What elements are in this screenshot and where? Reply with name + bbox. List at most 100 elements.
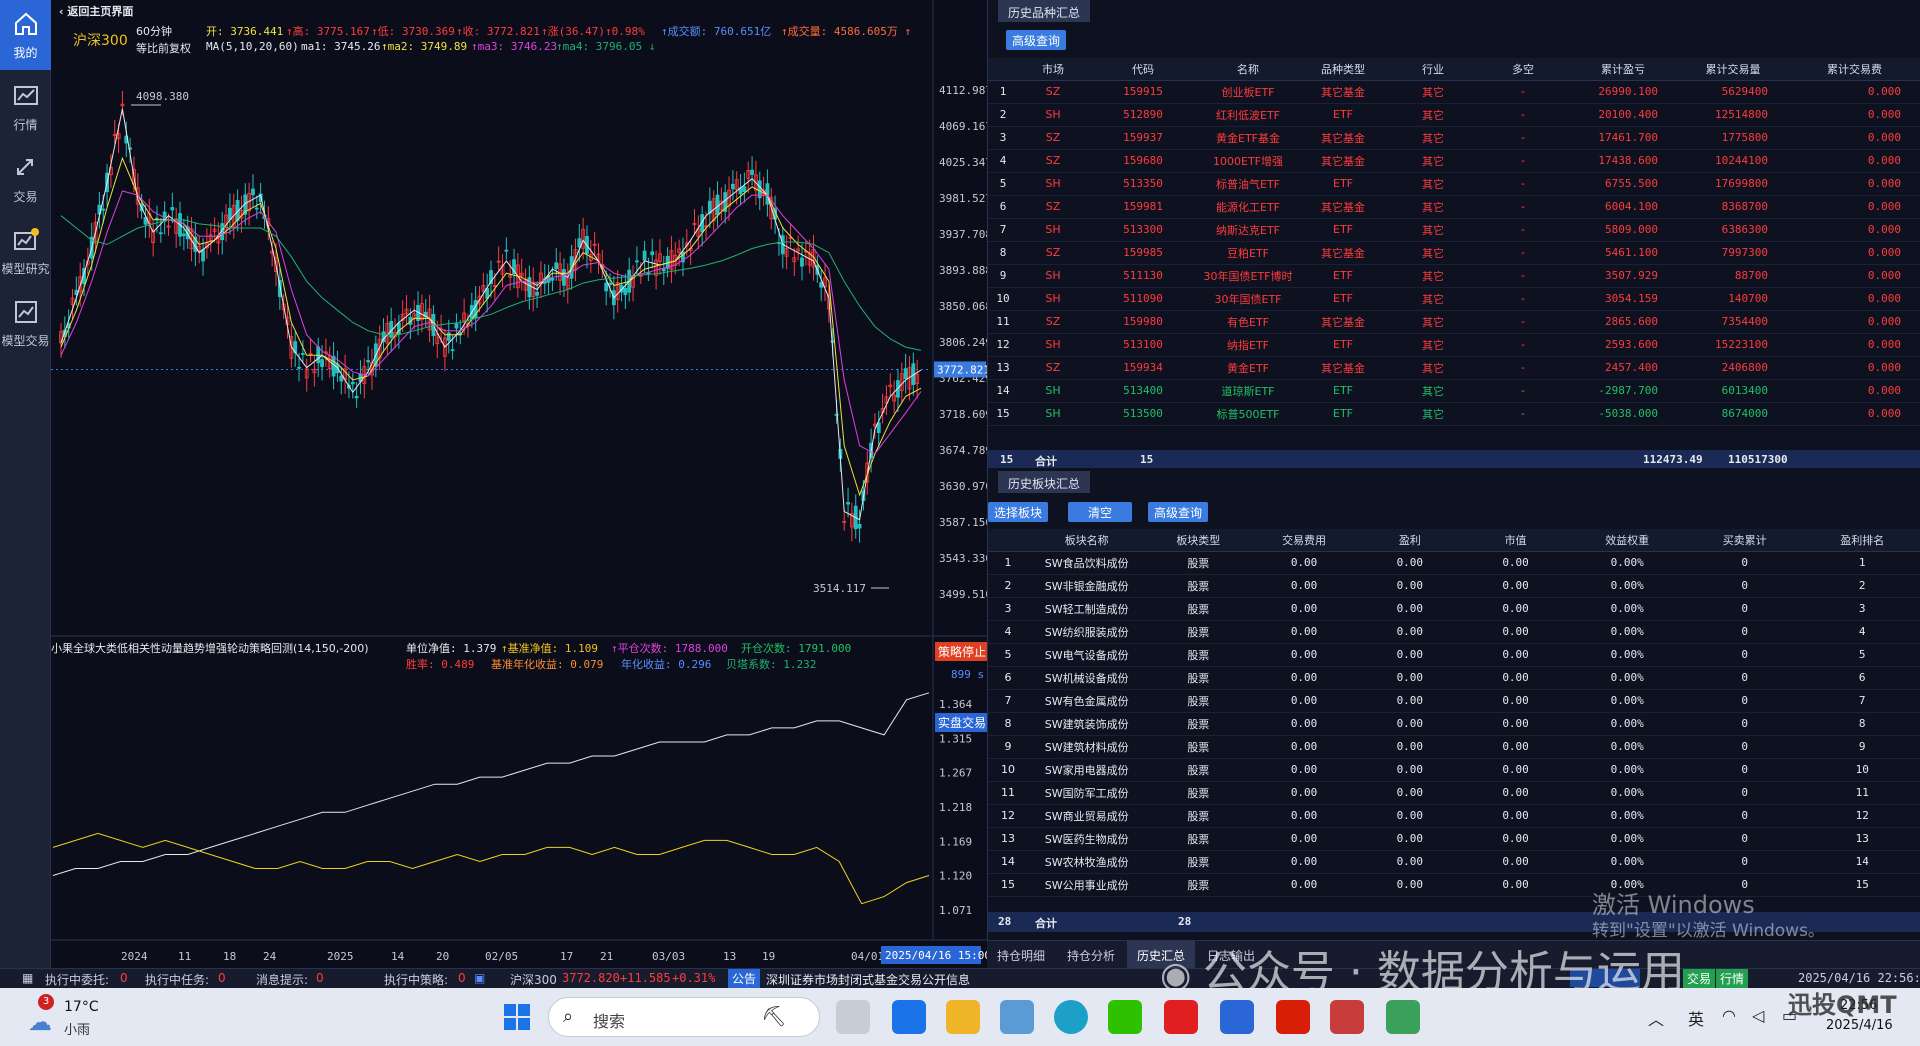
taskbar-search[interactable]: ⌕ 搜索 ⛏ xyxy=(548,997,820,1037)
table-row[interactable]: 15 SW公用事业成份 股票 0.00 0.00 0.00 0.00% 0 15 xyxy=(988,873,1920,897)
wechat-icon[interactable] xyxy=(1108,1000,1142,1034)
table-row[interactable]: 10 SH 511090 30年国债ETF ETF 其它 -3054.159 140700 0.… xyxy=(988,287,1920,311)
table-row[interactable]: 6 SW机械设备成份 股票 0.00 0.00 0.00 0.00% 0 6 xyxy=(988,666,1920,690)
column-header[interactable]: 盈利排名 xyxy=(1803,529,1920,552)
notice-text[interactable]: 深圳证券市场封闭式基金交易公开信息 xyxy=(766,971,970,988)
column-header[interactable]: 品种类型 xyxy=(1298,58,1388,81)
tab-history-instrument[interactable]: 历史品种汇总 xyxy=(998,0,1091,22)
table-row[interactable]: 1 SW食品饮料成份 股票 0.00 0.00 0.00 0.00% 0 1 xyxy=(988,551,1920,575)
chevron-up-icon[interactable]: ︿ xyxy=(1648,1006,1664,1030)
table-row[interactable]: 13 SW医药生物成份 股票 0.00 0.00 0.00 0.00% 0 13 xyxy=(988,827,1920,851)
exec-strategy-label[interactable]: 执行中策略: xyxy=(384,971,448,988)
volume-icon[interactable]: ◁ xyxy=(1752,1006,1764,1025)
live-trade-button[interactable]: 实盘交易 xyxy=(935,713,990,732)
column-header[interactable]: 累计交易量 xyxy=(1678,58,1788,81)
table-row[interactable]: 11 SW国防军工成份 股票 0.00 0.00 0.00 0.00% 0 11 xyxy=(988,781,1920,805)
exec-orders-label[interactable]: 执行中委托: xyxy=(45,971,109,988)
column-header[interactable] xyxy=(988,529,1028,552)
table-row[interactable]: 14 SH 513400 道琼斯ETF ETF 其它 - -2987.700 6013400 0.… xyxy=(988,379,1920,403)
back-to-home-link[interactable]: ‹ 返回主页界面 xyxy=(59,3,133,19)
column-header[interactable]: 板块名称 xyxy=(1027,529,1146,552)
sidebar-item-trade[interactable]: 交易 xyxy=(0,144,51,214)
table-row[interactable]: 5 SW电气设备成份 股票 0.00 0.00 0.00 0.00% 0 5 xyxy=(988,643,1920,667)
table-row[interactable]: 8 SZ 159985 豆粕ETF 其它基金 其它 -5461.100 7997300 0.00… xyxy=(988,241,1920,265)
table-row[interactable]: 9 SH 511130 30年国债ETF博时 ETF 其它 -3507.929 88700 0.… xyxy=(988,264,1920,288)
store-icon[interactable] xyxy=(1000,1000,1034,1034)
exec-tasks-label[interactable]: 执行中任务: xyxy=(145,971,209,988)
table-cell: 8674000 xyxy=(1678,402,1788,426)
sidebar-item-research[interactable]: 模型研究 xyxy=(0,216,51,286)
quote-button[interactable]: 行情 xyxy=(1716,969,1749,988)
wifi-icon[interactable]: ◠ xyxy=(1722,1006,1736,1025)
table-row[interactable]: 11 SZ 159980 有色ETF 其它基金 其它 -2865.600 7354400 0.0… xyxy=(988,310,1920,334)
table-row[interactable]: 2 SH 512890 红利低波ETF ETF 其它 -20100.400 12514800 0… xyxy=(988,103,1920,127)
column-header[interactable]: 累计交易费 xyxy=(1788,58,1920,81)
search-icon: ⌕ xyxy=(563,1006,574,1027)
table-row[interactable]: 7 SH 513300 纳斯达克ETF ETF 其它 -5809.000 6386300 0.0… xyxy=(988,218,1920,242)
column-header[interactable]: 盈利 xyxy=(1356,529,1463,552)
base-nav-line xyxy=(52,832,930,905)
task-view-icon[interactable] xyxy=(836,1000,870,1034)
table-row[interactable]: 1 SZ 159915 创业板ETF 其它基金 其它 -26990.100 5629400 0.… xyxy=(988,80,1920,104)
column-header[interactable] xyxy=(988,58,1018,81)
column-header[interactable]: 代码 xyxy=(1088,58,1198,81)
column-header[interactable]: 买卖累计 xyxy=(1685,529,1804,552)
table-row[interactable]: 6 SZ 159981 能源化工ETF 其它基金 其它 -6004.100 8368700 0.… xyxy=(988,195,1920,219)
monitor-icon[interactable]: ▣ xyxy=(474,971,485,985)
start-button[interactable] xyxy=(500,1000,534,1034)
column-header[interactable]: 累计盈亏 xyxy=(1568,58,1678,81)
table-row[interactable]: 15 SH 513500 标普500ETF ETF 其它 - -5038.000 8674000… xyxy=(988,402,1920,426)
table-row[interactable]: 7 SW有色金属成份 股票 0.00 0.00 0.00 0.00% 0 7 xyxy=(988,689,1920,713)
file-explorer-icon[interactable] xyxy=(946,1000,980,1034)
weather-icon[interactable]: ☁ xyxy=(28,1008,52,1036)
column-header[interactable]: 名称 xyxy=(1198,58,1298,81)
trade-button[interactable]: 交易 xyxy=(1683,969,1716,988)
advanced-query-button-2[interactable]: 高级查询 xyxy=(1148,502,1209,522)
period-label[interactable]: 60分钟 xyxy=(136,23,172,39)
advanced-query-button[interactable]: 高级查询 xyxy=(1006,30,1067,50)
message-label[interactable]: 消息提示: xyxy=(256,971,308,988)
edge-icon[interactable] xyxy=(1054,1000,1088,1034)
table-cell: 股票 xyxy=(1145,758,1252,782)
clear-button[interactable]: 清空 xyxy=(1068,502,1133,522)
column-header[interactable]: 行业 xyxy=(1388,58,1478,81)
table-row[interactable]: 12 SW商业贸易成份 股票 0.00 0.00 0.00 0.00% 0 12 xyxy=(988,804,1920,828)
clock-date[interactable]: 2025/4/16 xyxy=(1826,1018,1893,1033)
column-header[interactable]: 板块类型 xyxy=(1145,529,1252,552)
table-row[interactable]: 3 SZ 159937 黄金ETF基金 其它基金 其它 -17461.700 1775800 0… xyxy=(988,126,1920,150)
adjust-label[interactable]: 等比前复权 xyxy=(136,40,191,56)
table-row[interactable]: 4 SZ 159680 1000ETF增强 其它基金 其它 -17438.600 102441… xyxy=(988,149,1920,173)
table-row[interactable]: 5 SH 513350 标普油气ETF ETF 其它 -6755.500 17699800 0.… xyxy=(988,172,1920,196)
sidebar-item-quotes[interactable]: 行情 xyxy=(0,72,51,142)
wps-icon[interactable] xyxy=(1164,1000,1198,1034)
column-header[interactable]: 多空 xyxy=(1478,58,1568,81)
table-row[interactable]: 8 SW建筑装饰成份 股票 0.00 0.00 0.00 0.00% 0 8 xyxy=(988,712,1920,736)
remote-app-icon[interactable] xyxy=(1386,1000,1420,1034)
red-app-icon[interactable] xyxy=(1276,1000,1310,1034)
browser-app-icon[interactable] xyxy=(1330,1000,1364,1034)
table-row[interactable]: 4 SW纺织服装成份 股票 0.00 0.00 0.00 0.00% 0 4 xyxy=(988,620,1920,644)
sidebar-item-model-trade[interactable]: 模型交易 xyxy=(0,288,51,358)
table-row[interactable]: 13 SZ 159934 黄金ETF 其它基金 其它 -2457.400 2406800 0.0… xyxy=(988,356,1920,380)
select-sector-button[interactable]: 选择板块 xyxy=(988,502,1049,522)
column-header[interactable]: 效益权重 xyxy=(1568,529,1686,552)
chart-area[interactable]: 4112.987 4069.167 4025.347 3981.527 3937.708… xyxy=(51,0,990,968)
table-row[interactable]: 12 SH 513100 纳指ETF ETF 其它 -2593.600 15223100 0.0… xyxy=(988,333,1920,357)
table-row[interactable]: 3 SW轻工制造成份 股票 0.00 0.00 0.00 0.00% 0 3 xyxy=(988,597,1920,621)
outlook-icon[interactable] xyxy=(892,1000,926,1034)
tab-position-analysis[interactable]: 持仓分析 xyxy=(1057,941,1125,969)
column-header[interactable]: 交易费用 xyxy=(1251,529,1357,552)
column-header[interactable]: 市值 xyxy=(1462,529,1569,552)
table-row[interactable]: 2 SW非银金融成份 股票 0.00 0.00 0.00 0.00% 0 2 xyxy=(988,574,1920,598)
sidebar-item-mine[interactable]: 我的 xyxy=(0,0,51,70)
tab-position-detail[interactable]: 持仓明细 xyxy=(987,941,1055,969)
table-row[interactable]: 10 SW家用电器成份 股票 0.00 0.00 0.00 0.00% 0 10 xyxy=(988,758,1920,782)
strategy-stop-button[interactable]: 策略停止 xyxy=(935,642,990,661)
ime-indicator[interactable]: 英 xyxy=(1688,1006,1704,1030)
table-row[interactable]: 14 SW农林牧渔成份 股票 0.00 0.00 0.00 0.00% 0 14 xyxy=(988,850,1920,874)
qmt-app-icon[interactable] xyxy=(1220,1000,1254,1034)
column-header[interactable]: 市场 xyxy=(1018,58,1088,81)
kline-chart[interactable]: 4112.987 4069.167 4025.347 3981.527 3937.708… xyxy=(51,0,987,968)
table-row[interactable]: 9 SW建筑材料成份 股票 0.00 0.00 0.00 0.00% 0 9 xyxy=(988,735,1920,759)
tab-history-sector[interactable]: 历史板块汇总 xyxy=(998,471,1091,493)
